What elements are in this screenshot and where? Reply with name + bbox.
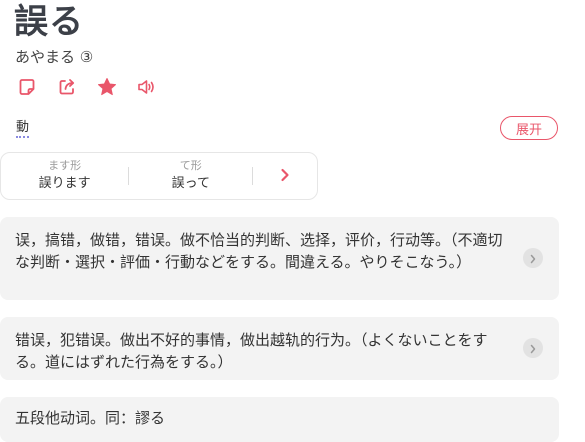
- more-conjugations-button[interactable]: [253, 167, 317, 186]
- chevron-right-icon: [529, 249, 537, 268]
- definition-text: 错误，犯错误。做出不好的事情，做出越轨的行为。（よくないことをする。道にはずれた…: [15, 331, 488, 371]
- headword: 誤る: [14, 2, 84, 42]
- part-of-speech-tag[interactable]: 動: [16, 116, 30, 138]
- definition-card[interactable]: 五段他动词。同：謬る: [0, 397, 559, 442]
- favorite-button[interactable]: [96, 78, 118, 100]
- conjugation-value: 誤って: [171, 176, 210, 191]
- share-button[interactable]: [56, 78, 78, 100]
- definition-card[interactable]: 误，搞错，做错，错误。做不恰当的判断、选择，评价，行动等。（不適切な判断・選択・…: [0, 217, 559, 300]
- note-icon: [18, 78, 36, 100]
- conjugation-label: ます形: [48, 159, 82, 172]
- chevron-right-icon: [529, 339, 537, 358]
- speaker-icon: [137, 78, 157, 100]
- reading: あやまる ③: [15, 46, 93, 67]
- definition-detail-button[interactable]: [523, 338, 543, 358]
- conjugation-te[interactable]: て形 誤って: [129, 159, 252, 193]
- note-button[interactable]: [16, 78, 38, 100]
- star-icon: [97, 77, 117, 101]
- conjugation-label: て形: [179, 159, 202, 172]
- share-icon: [58, 78, 76, 100]
- definition-text: 五段他动词。同：謬る: [15, 409, 166, 427]
- reading-kana: あやまる: [15, 48, 76, 66]
- action-bar: [16, 78, 158, 100]
- conjugation-masu[interactable]: ます形 誤ります: [1, 159, 128, 193]
- conjugation-bar: ます形 誤ります て形 誤って: [0, 152, 318, 200]
- accent-mark: ③: [79, 48, 94, 66]
- chevron-right-icon: [280, 167, 290, 186]
- conjugation-value: 誤ります: [38, 176, 91, 191]
- definition-text: 误，搞错，做错，错误。做不恰当的判断、选择，评价，行动等。（不適切な判断・選択・…: [15, 231, 503, 271]
- definition-card[interactable]: 错误，犯错误。做出不好的事情，做出越轨的行为。（よくないことをする。道にはずれた…: [0, 317, 559, 380]
- expand-button[interactable]: 展开: [500, 116, 558, 140]
- definition-detail-button[interactable]: [523, 248, 543, 268]
- audio-button[interactable]: [136, 78, 158, 100]
